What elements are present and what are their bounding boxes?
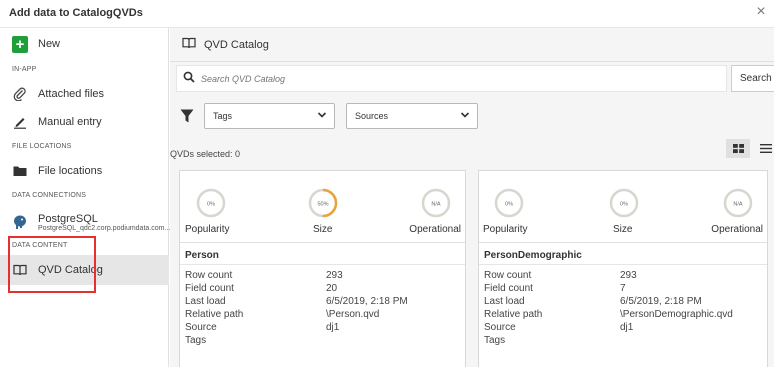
last-load-value: 6/5/2019, 2:18 PM	[620, 296, 702, 307]
popularity-value: 0%	[505, 202, 513, 208]
divider	[180, 242, 465, 243]
section-in-app: IN-APP	[12, 66, 37, 73]
relative-path-value: \PersonDemographic.qvd	[620, 309, 733, 320]
sidebar-item-label: PostgreSQL	[38, 212, 98, 225]
field-count-label: Field count	[185, 283, 234, 294]
last-load-label: Last load	[484, 296, 525, 307]
main-panel: QVD Catalog Search Tags Sources QVDs sel…	[170, 28, 774, 367]
relative-path-value: \Person.qvd	[326, 309, 380, 320]
sidebar-item-label: New	[38, 38, 61, 50]
qvd-name: PersonDemographic	[484, 250, 582, 261]
search-bar	[176, 65, 727, 92]
tags-dropdown-label: Tags	[213, 111, 233, 121]
plus-icon: +	[12, 35, 28, 53]
qvd-card[interactable]: 0% 50% N/A Popularity Size Operational P…	[179, 170, 466, 367]
last-load-label: Last load	[185, 296, 226, 307]
filter-icon	[180, 109, 194, 126]
popularity-label: Popularity	[185, 224, 230, 235]
dialog-title: Add data to CatalogQVDs	[9, 7, 143, 19]
divider	[180, 264, 465, 265]
sources-dropdown-label: Sources	[355, 111, 389, 121]
paperclip-icon	[12, 86, 28, 102]
pencil-icon	[12, 114, 28, 130]
operational-ring: N/A	[723, 188, 753, 218]
popularity-ring: 0%	[494, 188, 524, 218]
tags-label: Tags	[484, 335, 506, 346]
sidebar-item-file-locations[interactable]: File locations	[0, 156, 169, 186]
source-label: Source	[484, 322, 516, 333]
size-metric: 0%	[594, 188, 654, 221]
sidebar-item-manual-entry[interactable]: Manual entry	[0, 107, 169, 137]
size-value: 50%	[317, 202, 328, 208]
book-icon	[182, 37, 196, 52]
size-ring: 0%	[609, 188, 639, 218]
sidebar-item-attached-files[interactable]: Attached files	[0, 79, 169, 109]
field-count-value: 20	[326, 283, 338, 294]
row-count-label: Row count	[484, 270, 532, 281]
breadcrumb: QVD Catalog	[170, 28, 774, 62]
field-count-label: Field count	[484, 283, 533, 294]
page-title: QVD Catalog	[204, 38, 269, 51]
popularity-value: 0%	[207, 202, 215, 208]
operational-ring: N/A	[421, 188, 451, 218]
row-count-value: 293	[620, 270, 637, 281]
chevron-down-icon	[460, 110, 470, 123]
tags-dropdown[interactable]: Tags	[204, 103, 335, 129]
qvd-name: Person	[185, 250, 219, 261]
sidebar-item-label: Attached files	[38, 88, 105, 100]
dialog-header: Add data to CatalogQVDs ×	[0, 0, 774, 28]
popularity-metric: 0%	[181, 188, 241, 221]
divider	[479, 264, 767, 265]
source-label: Source	[185, 322, 217, 333]
source-value: dj1	[326, 322, 340, 333]
row-count-value: 293	[326, 270, 343, 281]
qvd-card[interactable]: 0% 0% N/A Popularity Size Operational Pe…	[478, 170, 768, 367]
size-metric: 50%	[293, 188, 353, 221]
operational-label: Operational	[409, 224, 461, 235]
section-data-connections: DATA CONNECTIONS	[12, 192, 87, 199]
size-ring: 50%	[308, 188, 338, 218]
chevron-down-icon	[317, 110, 327, 123]
operational-value: N/A	[431, 202, 441, 208]
divider	[479, 242, 767, 243]
highlight-box	[8, 236, 96, 293]
grid-view-icon[interactable]	[726, 139, 750, 158]
row-count-label: Row count	[185, 270, 233, 281]
list-view-icon[interactable]	[757, 139, 774, 158]
tags-label: Tags	[185, 335, 207, 346]
sidebar-item-postgresql[interactable]: PostgreSQL PostgreSQL_qdc2.corp.podiumda…	[0, 206, 171, 238]
search-button[interactable]: Search	[731, 65, 774, 92]
selection-count: QVDs selected: 0	[170, 149, 241, 159]
folder-icon	[12, 163, 28, 179]
popularity-metric: 0%	[479, 188, 539, 221]
sources-dropdown[interactable]: Sources	[346, 103, 478, 129]
search-icon	[183, 71, 195, 86]
connection-host: PostgreSQL_qdc2.corp.podiumdata.com...	[38, 224, 171, 232]
close-icon[interactable]: ×	[752, 3, 770, 21]
relative-path-label: Relative path	[185, 309, 244, 320]
popularity-label: Popularity	[483, 224, 528, 235]
field-count-value: 7	[620, 283, 626, 294]
size-label: Size	[313, 224, 333, 235]
operational-value: N/A	[733, 202, 743, 208]
section-file-locations: FILE LOCATIONS	[12, 143, 72, 150]
operational-metric: N/A	[708, 188, 768, 221]
search-input[interactable]	[201, 73, 701, 84]
postgresql-elephant-icon	[12, 214, 28, 230]
sidebar-item-label: File locations	[38, 165, 103, 177]
sidebar-item-label: Manual entry	[38, 116, 102, 128]
operational-metric: N/A	[406, 188, 466, 221]
size-label: Size	[613, 224, 633, 235]
last-load-value: 6/5/2019, 2:18 PM	[326, 296, 408, 307]
sidebar-item-new[interactable]: + New	[0, 29, 169, 59]
size-value: 0%	[620, 202, 628, 208]
sidebar: + New IN-APP Attached files Manual entry…	[0, 28, 171, 367]
source-value: dj1	[620, 322, 634, 333]
relative-path-label: Relative path	[484, 309, 543, 320]
popularity-ring: 0%	[196, 188, 226, 218]
operational-label: Operational	[711, 224, 763, 235]
